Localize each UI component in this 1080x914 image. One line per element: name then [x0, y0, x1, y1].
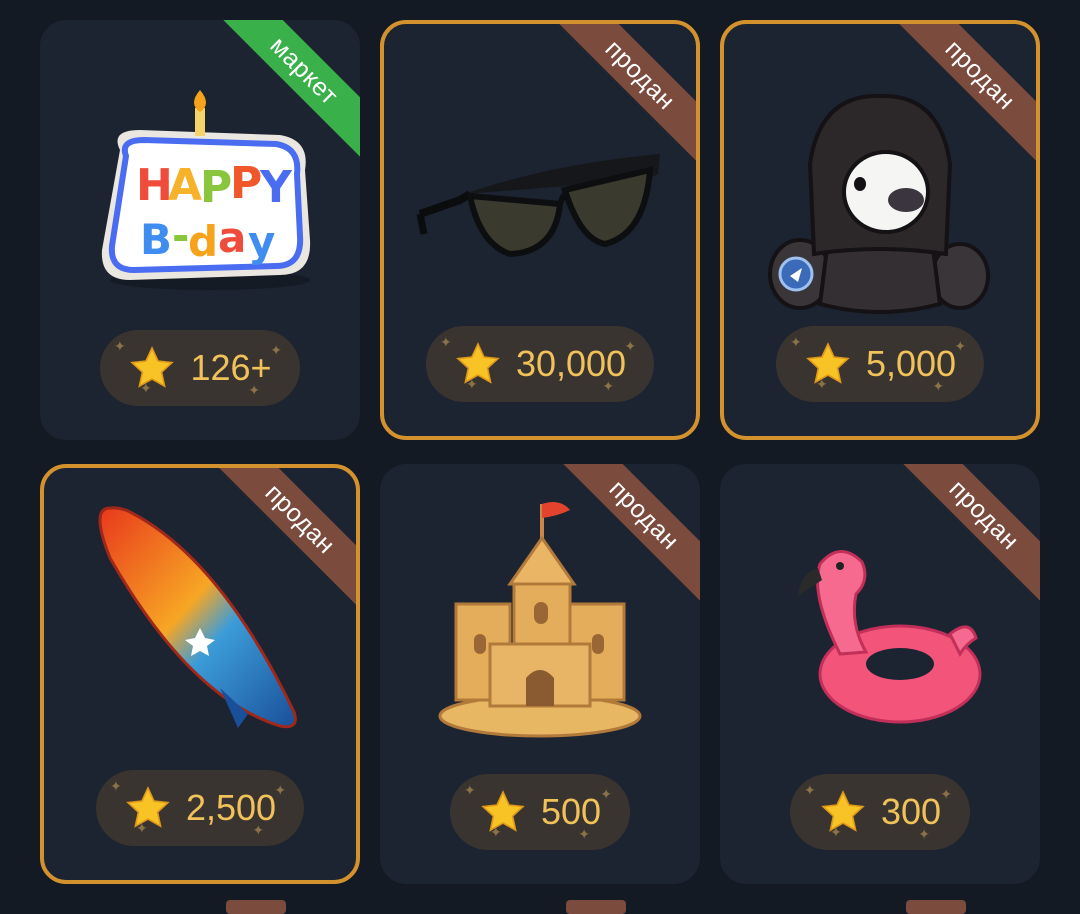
svg-text:P: P	[200, 162, 232, 213]
price-value: 30,000	[515, 343, 627, 384]
gift-card-sunglasses[interactable]: продан ✦ ✦ ✦ ✦ 30,000	[380, 20, 700, 440]
sunglasses-sticker	[384, 74, 696, 334]
price-pill: ✦ ✦ ✦ ✦ 300	[790, 774, 970, 850]
price-value: 5,000	[865, 343, 957, 384]
price-value: 126+	[190, 347, 272, 388]
gift-card-sand-castle[interactable]: продан ✦ ✦ ✦ ✦ 500	[380, 464, 700, 884]
flamingo-float-sticker	[720, 524, 1040, 744]
svg-text:a: a	[218, 213, 246, 262]
gift-card-surfboard[interactable]: продан ✦ ✦ ✦ ✦ 2,500	[40, 464, 360, 884]
star-icon	[130, 346, 175, 388]
happy-bday-sticker: H A P P Y B - d a y	[40, 70, 360, 330]
svg-text:d: d	[188, 217, 218, 266]
star-icon	[821, 790, 865, 832]
gift-card-hooded-teddy[interactable]: продан ✦ ✦ ✦ ✦ 5,000	[720, 20, 1040, 440]
hooded-teddy-sticker	[724, 74, 1036, 334]
next-row-ribbon-peek	[906, 900, 966, 914]
next-row-ribbon-peek	[226, 900, 286, 914]
svg-text:P: P	[230, 158, 262, 209]
svg-text:A: A	[168, 160, 202, 211]
star-icon	[456, 342, 500, 384]
surfboard-sticker	[44, 498, 356, 738]
gift-card-happy-bday[interactable]: маркет H A P P Y B - d a y ✦ ✦ ✦ ✦ 126+	[40, 20, 360, 440]
gift-card-flamingo-float[interactable]: продан ✦ ✦ ✦ ✦ 300	[720, 464, 1040, 884]
price-pill: ✦ ✦ ✦ ✦ 2,500	[95, 770, 305, 846]
star-icon	[806, 342, 850, 384]
next-row-ribbon-peek	[566, 900, 626, 914]
price-value: 2,500	[185, 787, 277, 828]
svg-text:B: B	[140, 215, 172, 264]
price-value: 500	[540, 791, 602, 832]
star-icon	[481, 790, 525, 832]
price-pill: ✦ ✦ ✦ ✦ 126+	[100, 330, 300, 406]
svg-text:-: -	[172, 211, 189, 260]
price-pill: ✦ ✦ ✦ ✦ 5,000	[775, 326, 985, 402]
svg-text:y: y	[248, 217, 275, 266]
price-value: 300	[880, 791, 942, 832]
star-icon	[126, 786, 170, 828]
svg-text:Y: Y	[259, 162, 293, 213]
price-pill: ✦ ✦ ✦ ✦ 30,000	[425, 326, 655, 402]
sand-castle-sticker	[380, 494, 700, 744]
price-pill: ✦ ✦ ✦ ✦ 500	[450, 774, 630, 850]
